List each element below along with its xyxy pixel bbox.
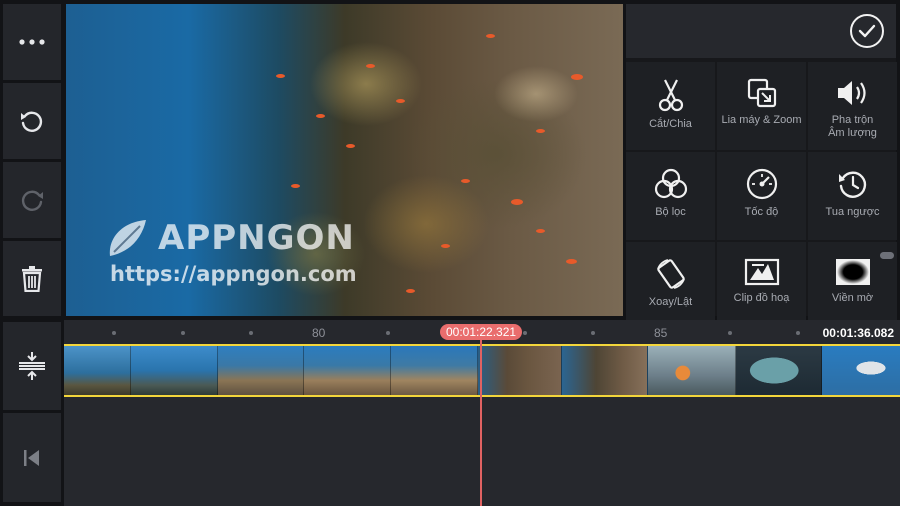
tool-label: Xoay/Lật [648, 296, 693, 308]
adjust-track-button[interactable] [3, 322, 61, 410]
edit-panel-header [626, 4, 896, 58]
panel-scroll-toggle[interactable] [880, 252, 894, 259]
video-preview[interactable]: APPNGON https://appngon.com [66, 4, 623, 316]
tool-label: Bộ lọc [655, 206, 686, 218]
timeline[interactable]: 80 85 00:01:36.082 00:01:22.321 [64, 320, 900, 506]
clip-thumbnail [822, 346, 900, 395]
tool-label: Viền mờ [831, 292, 874, 304]
clip-thumbnail [131, 346, 218, 395]
tool-pan-zoom[interactable]: Lia máy & Zoom [717, 62, 806, 150]
tool-label: Pha trộn Âm lượng [828, 114, 877, 139]
edit-panel: Cắt/Chia Lia máy & Zoom Pha trộn Âm lượn… [626, 4, 897, 320]
tool-graphic-clip[interactable]: Clip đồ hoạ [717, 242, 806, 320]
undo-icon [21, 111, 43, 132]
clip-thumbnail [562, 346, 648, 395]
undo-button[interactable] [3, 83, 61, 159]
redo-button[interactable] [3, 162, 61, 238]
tool-label: Tốc độ [744, 206, 779, 218]
more-dots-icon [19, 39, 45, 45]
graphic-clip-icon [744, 258, 779, 286]
delete-button[interactable] [3, 241, 61, 316]
adjust-track-icon [19, 352, 45, 380]
clip-thumbnail [218, 346, 304, 395]
clip-thumbnail [64, 346, 131, 395]
rotate-phone-icon [656, 259, 685, 289]
tool-volume-mix[interactable]: Pha trộn Âm lượng [808, 62, 897, 150]
filter-circles-icon [654, 168, 687, 199]
tool-reverse[interactable]: Tua ngược [808, 152, 897, 240]
tool-split[interactable]: Cắt/Chia [626, 62, 715, 150]
clip-thumbnail [391, 346, 478, 395]
playhead[interactable] [480, 340, 482, 506]
tool-label: Lia máy & Zoom [721, 114, 802, 126]
reverse-clock-icon [838, 171, 866, 198]
check-circle-icon [858, 24, 876, 38]
skip-to-start-button[interactable] [3, 413, 61, 502]
watermark-brand: APPNGON [158, 218, 355, 258]
leaf-logo-icon [109, 220, 146, 256]
watermark-url: https://appngon.com [110, 262, 357, 286]
pan-zoom-icon [747, 78, 776, 108]
clip-thumbnail [478, 346, 562, 395]
clip-thumbnail [648, 346, 736, 395]
watermark-logo: APPNGON [106, 218, 355, 258]
vignette-icon [835, 259, 870, 285]
tool-label: Cắt/Chia [649, 118, 692, 130]
edit-tools-grid: Cắt/Chia Lia máy & Zoom Pha trộn Âm lượn… [626, 62, 897, 320]
ruler-tick-label: 80 [312, 326, 326, 340]
volume-icon [837, 81, 866, 105]
tool-label: Clip đồ hoạ [733, 292, 790, 304]
clip-thumbnail [736, 346, 822, 395]
redo-icon [21, 190, 43, 211]
tool-filter[interactable]: Bộ lọc [626, 152, 715, 240]
trash-icon [22, 265, 42, 292]
tool-speed[interactable]: Tốc độ [717, 152, 806, 240]
ruler-tick-label: 85 [654, 326, 668, 340]
confirm-button[interactable] [850, 14, 884, 48]
end-time: 00:01:36.082 [822, 326, 894, 340]
tool-rotate-flip[interactable]: Xoay/Lật [626, 242, 715, 320]
playhead-time: 00:01:22.321 [440, 324, 523, 340]
scissors-icon [658, 79, 683, 112]
tool-label: Tua ngược [825, 206, 880, 218]
video-track[interactable] [64, 344, 900, 397]
skip-to-start-icon [24, 449, 39, 466]
more-button[interactable] [3, 4, 61, 80]
left-toolbar [0, 0, 64, 506]
clip-thumbnail [304, 346, 391, 395]
speedometer-icon [746, 168, 777, 200]
